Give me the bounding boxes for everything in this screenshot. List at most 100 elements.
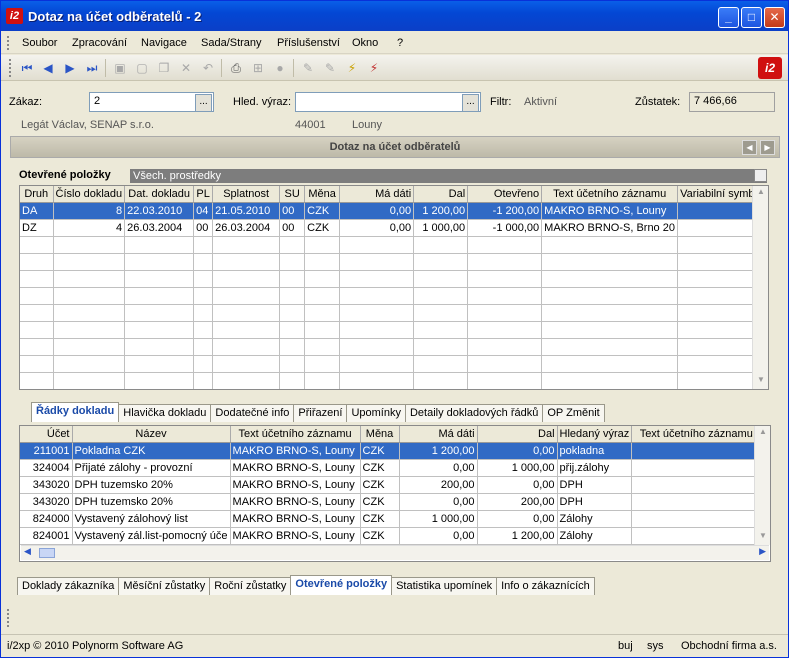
edit-pen-icon[interactable]: ✎ bbox=[300, 60, 316, 76]
open-items-col-header[interactable]: Text účetního záznamu bbox=[541, 186, 679, 203]
new-document-icon[interactable]: ▢ bbox=[134, 60, 150, 76]
scroll-up-icon[interactable]: ▲ bbox=[757, 427, 769, 440]
menu-sada-strany[interactable]: Sada/Strany bbox=[201, 37, 262, 49]
open-items-row[interactable]: DZ 4 26.03.2004 00 26.03.2004 00 CZK 0,00 1 000,… bbox=[20, 219, 761, 237]
lines-row[interactable]: 824001 Vystavený zál.list-pomocný úče MAKR… bbox=[20, 527, 762, 545]
lines-col-header[interactable]: Název bbox=[72, 426, 231, 443]
panel-next-arrow-icon[interactable]: ▶ bbox=[760, 140, 775, 155]
scroll-down-icon[interactable]: ▼ bbox=[755, 375, 767, 388]
lines-row[interactable]: 343020 DPH tuzemsko 20% MAKRO BRNO-S, Loun… bbox=[20, 493, 762, 511]
tab-detail-0[interactable]: Řádky dokladu bbox=[31, 402, 120, 422]
hled-lookup-button[interactable]: ... bbox=[462, 94, 479, 112]
toolbar-separator bbox=[293, 59, 294, 77]
lines-row[interactable]: 324004 Přijaté zálohy - provozní MAKRO BRN… bbox=[20, 459, 762, 477]
customer-zip: 44001 bbox=[295, 119, 326, 131]
print-icon[interactable]: ⎙ bbox=[228, 60, 244, 76]
scroll-left-icon[interactable]: ◀ bbox=[24, 546, 31, 557]
open-items-grid[interactable]: Druh Číslo dokladu Dat. dokladu PL Splatnost… bbox=[19, 185, 769, 390]
zakaz-input[interactable]: 2 ... bbox=[89, 92, 214, 112]
open-items-filter[interactable]: Všech. prostředky bbox=[130, 169, 767, 183]
clear-filter-icon[interactable]: ⚡ bbox=[366, 60, 382, 76]
undo-icon[interactable]: ↶ bbox=[200, 60, 216, 76]
scroll-up-icon[interactable]: ▲ bbox=[755, 187, 767, 200]
menu-navigace[interactable]: Navigace bbox=[141, 37, 187, 49]
open-items-col-header[interactable]: Má dáti bbox=[339, 186, 415, 203]
menu-okno[interactable]: Okno bbox=[352, 37, 378, 49]
previous-record-icon[interactable]: ◀ bbox=[40, 60, 56, 76]
open-items-col-header[interactable]: Splatnost bbox=[212, 186, 281, 203]
lines-col-header[interactable]: Dal bbox=[477, 426, 558, 443]
panel-prev-arrow-icon[interactable]: ◀ bbox=[742, 140, 757, 155]
zakaz-lookup-button[interactable]: ... bbox=[195, 94, 212, 112]
delete-icon[interactable]: ✕ bbox=[178, 60, 194, 76]
tab-bottom-3[interactable]: Otevřené položky bbox=[290, 575, 393, 595]
tab-detail-5[interactable]: Detaily dokladových řádků bbox=[404, 404, 544, 422]
open-items-row[interactable] bbox=[20, 287, 761, 305]
edit-pen2-icon[interactable]: ✎ bbox=[322, 60, 338, 76]
last-record-icon[interactable]: ⏭ bbox=[84, 60, 100, 76]
menu-prislusenstvi[interactable]: Příslušenství bbox=[277, 37, 340, 49]
copy-icon[interactable]: ❐ bbox=[156, 60, 172, 76]
lines-col-header[interactable]: Měna bbox=[360, 426, 400, 443]
lines-col-header[interactable]: Text účetního záznamu bbox=[230, 426, 361, 443]
open-items-col-header[interactable]: Variabilní symb. bbox=[677, 186, 761, 203]
lines-row[interactable]: 211001 Pokladna CZK MAKRO BRNO-S, Louny CZK… bbox=[20, 442, 762, 460]
open-items-row[interactable] bbox=[20, 253, 761, 271]
maximize-button[interactable]: □ bbox=[741, 7, 762, 28]
lines-vscrollbar[interactable]: ▲ ▼ bbox=[754, 426, 770, 545]
minimize-button[interactable]: _ bbox=[718, 7, 739, 28]
lines-col-header[interactable]: Má dáti bbox=[399, 426, 478, 443]
lines-grid[interactable]: Účet Název Text účetního záznamu Měna Má dát… bbox=[19, 425, 771, 562]
tab-bottom-0[interactable]: Doklady zákazníka bbox=[17, 577, 120, 595]
save-icon[interactable]: ▣ bbox=[112, 60, 128, 76]
open-items-col-header[interactable]: Měna bbox=[304, 186, 341, 203]
open-items-col-header[interactable]: Dal bbox=[413, 186, 469, 203]
open-items-row[interactable] bbox=[20, 321, 761, 339]
open-items-col-header[interactable]: Druh bbox=[20, 186, 54, 203]
open-items-col-header[interactable]: Číslo dokladu bbox=[53, 186, 126, 203]
open-items-row[interactable] bbox=[20, 236, 761, 254]
tab-bottom-5[interactable]: Info o zákaznících bbox=[496, 577, 595, 595]
open-items-row[interactable] bbox=[20, 270, 761, 288]
open-items-col-header[interactable]: SU bbox=[279, 186, 306, 203]
lines-row[interactable]: 824000 Vystavený zálohový list MAKRO BRNO-… bbox=[20, 510, 762, 528]
tab-detail-1[interactable]: Hlavička dokladu bbox=[118, 404, 212, 422]
lines-hscrollbar[interactable]: ◀ ▶ bbox=[21, 545, 769, 560]
open-items-row[interactable] bbox=[20, 338, 761, 356]
lines-col-header[interactable]: Hledaný výraz bbox=[557, 426, 633, 443]
hled-input[interactable]: ... bbox=[295, 92, 481, 112]
next-record-icon[interactable]: ▶ bbox=[62, 60, 78, 76]
tab-bottom-4[interactable]: Statistika upomínek bbox=[391, 577, 498, 595]
filter-icon[interactable]: ⚡ bbox=[344, 60, 360, 76]
tab-detail-4[interactable]: Upomínky bbox=[346, 404, 406, 422]
lines-cell: MAKRO BRNO-S, Louny bbox=[230, 476, 361, 494]
tab-bottom-2[interactable]: Roční zůstatky bbox=[209, 577, 292, 595]
tab-detail-2[interactable]: Dodatečné info bbox=[210, 404, 295, 422]
hscroll-thumb[interactable] bbox=[39, 548, 55, 558]
open-items-col-header[interactable]: PL bbox=[193, 186, 214, 203]
grid-settings-icon[interactable] bbox=[754, 169, 767, 182]
lines-col-header[interactable]: Text účetního záznamu bbox=[631, 426, 762, 443]
tree-icon[interactable]: ⊞ bbox=[250, 60, 266, 76]
open-items-scrollbar[interactable]: ▲ ▼ bbox=[752, 186, 768, 389]
menu-help[interactable]: ? bbox=[397, 37, 403, 49]
tab-bottom-1[interactable]: Měsíční zůstatky bbox=[118, 577, 211, 595]
close-button[interactable]: ✕ bbox=[764, 7, 785, 28]
first-record-icon[interactable]: ⏮ bbox=[19, 60, 35, 76]
lines-col-header[interactable]: Účet bbox=[20, 426, 73, 443]
scroll-right-icon[interactable]: ▶ bbox=[759, 546, 766, 557]
menu-zpracovani[interactable]: Zpracování bbox=[72, 37, 127, 49]
open-items-col-header[interactable]: Dat. dokladu bbox=[124, 186, 195, 203]
open-items-col-header[interactable]: Otevřeno bbox=[467, 186, 543, 203]
menu-soubor[interactable]: Soubor bbox=[22, 37, 57, 49]
lines-row[interactable]: 343020 DPH tuzemsko 20% MAKRO BRNO-S, Loun… bbox=[20, 476, 762, 494]
tab-detail-3[interactable]: Přiřazení bbox=[293, 404, 348, 422]
tab-detail-6[interactable]: OP Změnit bbox=[542, 404, 605, 422]
title-bar[interactable]: i2 Dotaz na účet odběratelů - 2 _ □ ✕ bbox=[1, 1, 788, 31]
open-items-row[interactable] bbox=[20, 355, 761, 373]
open-items-row[interactable] bbox=[20, 304, 761, 322]
open-items-row[interactable] bbox=[20, 372, 761, 389]
open-items-row[interactable]: DA 8 22.03.2010 04 21.05.2010 00 CZK 0,00 1 200,… bbox=[20, 202, 761, 220]
scroll-down-icon[interactable]: ▼ bbox=[757, 531, 769, 544]
record-icon[interactable]: ● bbox=[272, 60, 288, 76]
